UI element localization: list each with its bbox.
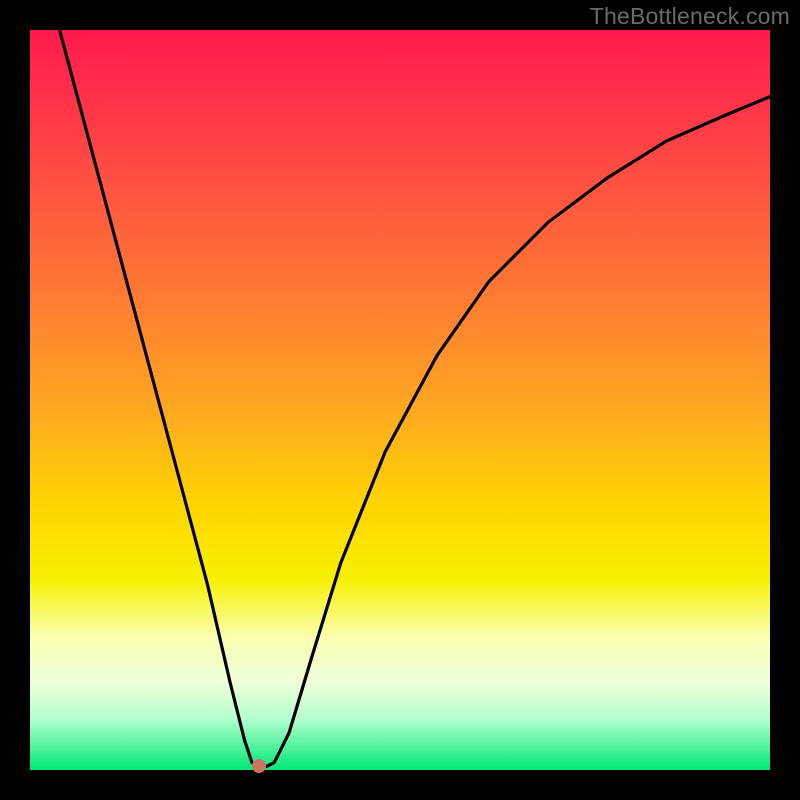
chart-frame: TheBottleneck.com [0,0,800,800]
min-marker-dot [252,759,266,773]
plot-area [30,30,770,770]
bottleneck-curve-path [60,30,770,766]
watermark-text: TheBottleneck.com [590,3,790,30]
curve-svg [30,30,770,770]
